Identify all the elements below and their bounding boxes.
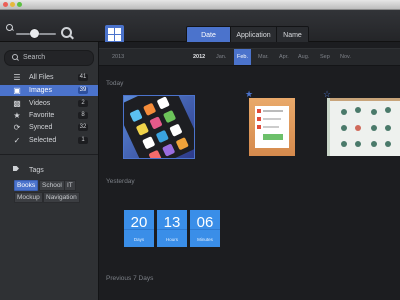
sidebar-item-label: Selected <box>29 137 57 144</box>
zoom-window-button[interactable] <box>17 2 22 7</box>
sidebar-item-videos[interactable]: ▩ Videos 2 <box>0 98 98 109</box>
sidebar-item-selected[interactable]: ✓ Selected 1 <box>0 135 98 146</box>
sidebar-item-label: Videos <box>29 100 51 107</box>
countdown-minutes-label: Minutes <box>197 237 213 242</box>
sidebar-item-favorite[interactable]: ★ Favorite 8 <box>0 110 98 121</box>
tag-books[interactable]: Books <box>14 180 39 191</box>
tag-icon <box>13 166 19 171</box>
sidebar-item-label: Favorite <box>29 112 55 119</box>
sidebar-item-count: 39 <box>78 87 88 94</box>
search-placeholder: Search <box>23 54 46 61</box>
tag-mockup[interactable]: Mockup <box>14 192 43 203</box>
thumbnail-form-mockup[interactable] <box>249 98 295 156</box>
timeline-month-jan[interactable]: Jan. <box>216 49 226 65</box>
search-icon <box>12 54 18 60</box>
timeline-year-2012[interactable]: 2012 <box>193 49 205 65</box>
sidebar-item-label: All Files <box>29 74 54 81</box>
grid-icon-cell <box>108 35 114 41</box>
sidebar-item-count: 32 <box>78 124 88 131</box>
tag-school[interactable]: School <box>39 180 65 191</box>
countdown-hours-value: 13 <box>163 214 181 231</box>
sidebar-item-count: 2 <box>78 100 88 107</box>
grid-icon <box>108 28 114 34</box>
countdown-minutes-value: 06 <box>196 214 214 231</box>
sidebar-divider <box>0 154 98 155</box>
icon-set-image <box>330 98 400 147</box>
grid-icon-cell <box>115 35 121 41</box>
toolbar: Date Application Name <box>0 10 400 46</box>
sync-icon: ⟳ <box>13 123 21 132</box>
tag-navigation[interactable]: Navigation <box>43 192 80 203</box>
zoom-out-icon[interactable] <box>6 24 13 31</box>
close-window-button[interactable] <box>3 2 8 7</box>
stack-icon: ☰ <box>13 73 21 82</box>
search-field[interactable]: Search <box>4 50 94 66</box>
main-content: 2013 2012 Jan. Feb. Mar. Apr. Aug. Sep N… <box>99 42 400 300</box>
zoom-slider-handle[interactable] <box>30 29 39 38</box>
timeline-month-apr[interactable]: Apr. <box>279 49 289 65</box>
timeline-month-aug[interactable]: Aug. <box>298 49 309 65</box>
sidebar-item-count: 8 <box>78 112 88 119</box>
countdown-days-value: 20 <box>130 214 148 231</box>
timeline-bar: 2013 2012 Jan. Feb. Mar. Apr. Aug. Sep N… <box>99 48 400 66</box>
countdown-days[interactable]: 20 Days <box>124 210 154 247</box>
sidebar-item-count: 41 <box>78 74 88 81</box>
tag-it[interactable]: IT <box>64 180 76 191</box>
section-today: Today <box>106 80 124 87</box>
sidebar-item-images[interactable]: ▣ Images 39 <box>0 85 98 96</box>
minimize-window-button[interactable] <box>10 2 15 7</box>
countdown-days-label: Days <box>133 237 145 242</box>
tags-heading: Tags <box>29 167 44 174</box>
window-titlebar <box>0 0 400 10</box>
section-previous-7-days: Previous 7 Days <box>106 275 154 282</box>
sidebar: Search ☰ All Files 41 ▣ Images 39 ▩ Vide… <box>0 42 99 300</box>
countdown-minutes[interactable]: 06 Minutes <box>190 210 220 247</box>
phone-icons-image <box>124 96 194 158</box>
sidebar-item-label: Images <box>29 87 52 94</box>
star-icon: ★ <box>13 111 21 120</box>
timeline-month-feb[interactable]: Feb. <box>234 49 252 65</box>
film-icon: ▩ <box>13 99 21 108</box>
section-yesterday: Yesterday <box>106 178 135 185</box>
timeline-year-2013[interactable]: 2013 <box>112 49 124 65</box>
countdown-hours-label: Hours <box>165 237 178 242</box>
sidebar-item-label: Synced <box>29 124 53 131</box>
timeline-month-sep[interactable]: Sep <box>320 49 330 65</box>
thumbnail-iphone-apps[interactable] <box>123 95 195 159</box>
grid-icon-cell <box>115 28 121 34</box>
image-icon: ▣ <box>13 86 21 95</box>
zoom-in-icon[interactable] <box>61 27 72 38</box>
sidebar-item-all-files[interactable]: ☰ All Files 41 <box>0 72 98 83</box>
timeline-month-nov[interactable]: Nov. <box>340 49 351 65</box>
sidebar-item-synced[interactable]: ⟳ Synced 32 <box>0 122 98 133</box>
countdown-hours[interactable]: 13 Hours <box>157 210 187 247</box>
sidebar-item-count: 1 <box>78 137 88 144</box>
form-mockup-image <box>255 106 289 148</box>
thumbnail-icon-set[interactable] <box>327 98 400 156</box>
timeline-month-mar[interactable]: Mar. <box>258 49 269 65</box>
check-icon: ✓ <box>13 136 21 145</box>
